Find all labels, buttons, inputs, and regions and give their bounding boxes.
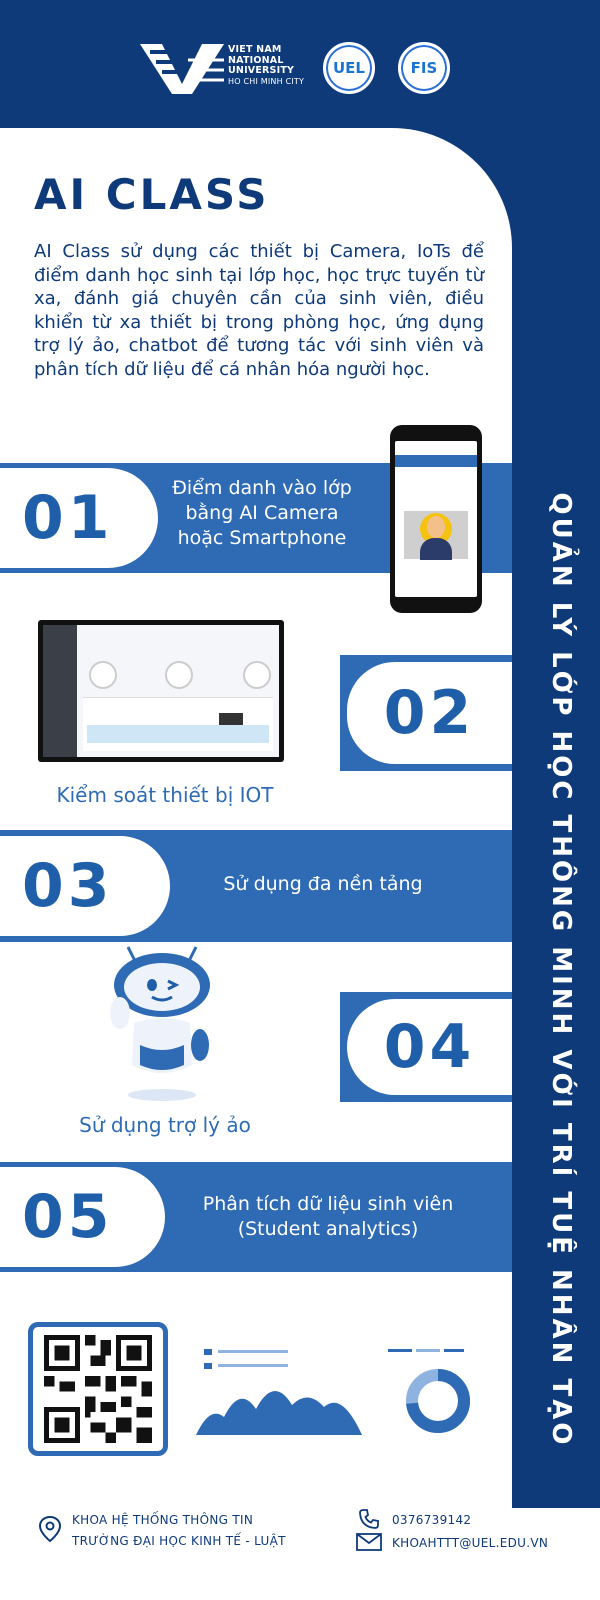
uel-label: UEL xyxy=(333,59,365,77)
vnu-line: HO CHI MINH CITY xyxy=(228,76,305,86)
item-01-label: Điểm danh vào lớp bằng AI Camera hoặc Sm… xyxy=(172,477,352,549)
qr-code xyxy=(28,1322,168,1456)
side-title: QUẢN LÝ LỚP HỌC THÔNG MINH VỚI TRÍ TUỆ N… xyxy=(546,460,576,1480)
side-title-text: QUẢN LÝ LỚP HỌC THÔNG MINH VỚI TRÍ TUỆ N… xyxy=(546,492,576,1448)
area-chart-icon xyxy=(196,1349,362,1435)
donut-chart-icon xyxy=(388,1349,470,1433)
item-05-pill: 05 xyxy=(0,1167,165,1267)
item-03-number: 03 xyxy=(22,851,114,921)
avatar xyxy=(404,511,468,560)
qr-code-icon xyxy=(44,1335,152,1443)
address-line-2: TRƯỜNG ĐẠI HỌC KINH TẾ - LUẬT xyxy=(72,1534,286,1548)
item-01-pill: 01 xyxy=(0,468,158,568)
item-05-label: Phân tích dữ liệu sinh viên (Student ana… xyxy=(202,1193,454,1240)
phone-screen xyxy=(395,441,477,597)
smartphone-image xyxy=(390,425,482,613)
item-05-number: 05 xyxy=(22,1182,114,1252)
uel-logo: UEL xyxy=(323,42,375,94)
phone-icon xyxy=(359,1509,379,1529)
page-title: AI CLASS xyxy=(34,170,270,219)
item-02-number: 02 xyxy=(383,678,476,748)
email-address[interactable]: KHOAHTTT@UEL.EDU.VN xyxy=(392,1536,548,1550)
fis-label: FIS xyxy=(410,59,438,77)
phone-app-bar xyxy=(395,455,477,467)
item-03-pill: 03 xyxy=(0,836,170,936)
item-03-label: Sử dụng đa nền tảng xyxy=(223,873,423,895)
iot-dashboard-image xyxy=(38,620,284,762)
email-icon xyxy=(356,1533,382,1551)
intro-paragraph: AI Class sử dụng các thiết bị Camera, Io… xyxy=(34,241,484,380)
phone-number[interactable]: 0376739142 xyxy=(392,1513,471,1527)
item-02-label: Kiểm soát thiết bị IOT xyxy=(56,783,274,807)
vnu-line: VIET NAM xyxy=(228,44,282,55)
item-04-pill: 04 xyxy=(340,992,512,1102)
location-pin-icon xyxy=(38,1515,62,1543)
fis-logo: FIS xyxy=(398,42,450,94)
item-04-number: 04 xyxy=(383,1012,476,1082)
item-01-number: 01 xyxy=(22,483,114,553)
address-line-1: KHOA HỆ THỐNG THÔNG TIN xyxy=(72,1513,254,1527)
item-02-pill: 02 xyxy=(340,655,512,771)
vnu-line: UNIVERSITY xyxy=(228,65,295,76)
robot-assistant-icon xyxy=(110,946,210,1101)
item-04-label: Sử dụng trợ lý ảo xyxy=(79,1113,251,1137)
vnu-name: VIET NAM NATIONAL UNIVERSITY HO CHI MINH… xyxy=(228,44,305,87)
